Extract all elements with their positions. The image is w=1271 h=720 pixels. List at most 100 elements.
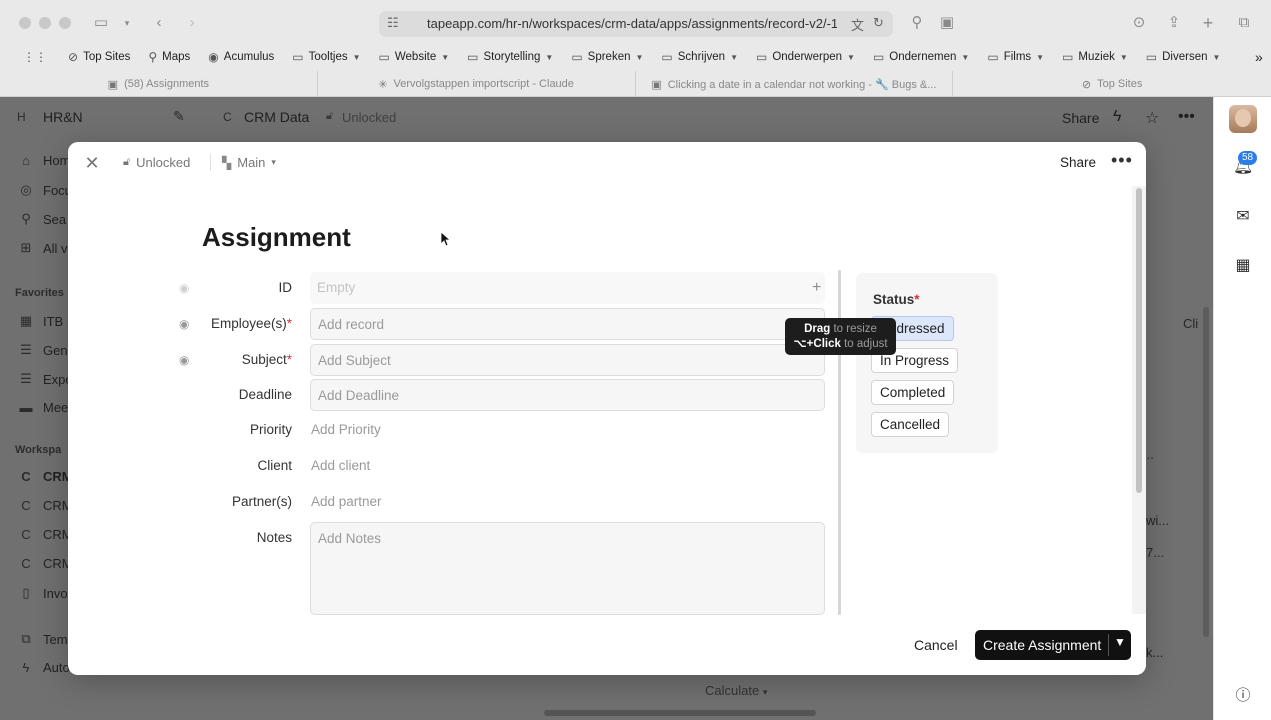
view-selector[interactable]: ▚ Main ▾ (222, 155, 276, 170)
sidebar-invoices[interactable]: ▯ Invo (18, 585, 67, 601)
sidebar-fav-0[interactable]: ▦ ITB E (18, 313, 76, 329)
reload-icon[interactable]: ↻ (873, 15, 884, 31)
close-icon[interactable]: ✕ (82, 153, 102, 173)
grid-icon: ⊞ (20, 240, 32, 255)
new-tab-icon[interactable]: + (1196, 12, 1220, 34)
zoom-window-button[interactable] (59, 17, 71, 29)
sidebar-ws-2[interactable]: C CRM (18, 527, 72, 542)
extension-icon[interactable]: ⚲ (905, 12, 929, 34)
modal-scrollbar-thumb[interactable] (1136, 188, 1142, 493)
sidebar-fav-2[interactable]: ☰ Expo (18, 371, 72, 387)
add-field-icon[interactable]: + (812, 279, 821, 297)
sidebar-item-focus[interactable]: ◎ Focu (18, 182, 72, 198)
tab-bugs[interactable]: ▣ Clicking a date in a calendar not worki… (636, 71, 954, 97)
chevron-down-icon[interactable]: ▾ (115, 12, 139, 34)
claude-icon: ✳ (378, 78, 388, 91)
sidebar-item-home[interactable]: ⌂ Hom (18, 153, 70, 168)
cancel-button[interactable]: Cancel (914, 637, 958, 653)
edit-icon[interactable]: ✎ (173, 108, 185, 125)
download-icon[interactable]: ⊙ (1127, 12, 1151, 34)
calculate-footer[interactable]: Calculate ▾ (705, 683, 767, 698)
vertical-scrollbar[interactable] (1203, 307, 1209, 637)
automation-icon[interactable]: ϟ (1113, 108, 1121, 126)
modal-share-button[interactable]: Share (1060, 155, 1096, 170)
more-bookmarks-icon[interactable]: » (1246, 49, 1271, 65)
bookmark-3[interactable]: ▭ Tooltjes ▼ (283, 50, 369, 64)
bookmark-1[interactable]: ⚲ Maps (139, 50, 199, 64)
sidebar-automations[interactable]: ϟ Auto (18, 660, 70, 675)
tab-claude[interactable]: ✳ Vervolgstappen importscript - Claude (318, 71, 636, 97)
folder-icon: ▭ (378, 50, 390, 64)
forward-icon[interactable]: › (180, 12, 204, 34)
bg-column-header: Cli (1183, 316, 1199, 331)
sidebar-toggle-icon[interactable]: ▭ (89, 12, 113, 34)
employees-field[interactable]: Add record (310, 308, 825, 340)
sidebar-ws-3[interactable]: C CRM (18, 556, 72, 571)
star-icon[interactable]: ☆ (1145, 108, 1159, 128)
bookmark-12[interactable]: ▭ Diversen ▼ (1137, 50, 1230, 64)
back-icon[interactable]: ‹ (147, 12, 171, 34)
bookmark-8[interactable]: ▭ Onderwerpen ▼ (747, 50, 864, 64)
apps-grid-icon[interactable]: ⋮⋮ (14, 50, 59, 64)
tab-overview-icon[interactable]: ⧉ (1232, 12, 1256, 34)
eye-icon[interactable]: ◉ (179, 317, 189, 331)
address-bar[interactable]: ☷ tapeapp.com/hr-n/workspaces/crm-data/a… (379, 11, 893, 37)
url-text[interactable]: tapeapp.com/hr-n/workspaces/crm-data/app… (427, 16, 837, 31)
sidebar-fav-1[interactable]: ☰ Gene (18, 342, 75, 358)
translate-icon[interactable]: 文 (851, 15, 864, 34)
bookmark-5[interactable]: ▭ Storytelling ▼ (458, 50, 562, 64)
sidebar-item-search[interactable]: ⚲ Sea (18, 211, 66, 227)
bookmark-7[interactable]: ▭ Schrijven ▼ (652, 50, 747, 64)
eye-icon[interactable]: ◉ (179, 353, 189, 367)
resize-tooltip: Drag to resize ⌥+Click to adjust (785, 318, 896, 355)
bookmark-2[interactable]: ◉ Acumulus (199, 50, 283, 64)
mail-icon[interactable]: ✉ (1233, 207, 1253, 227)
partners-field[interactable]: Add partner (310, 486, 825, 518)
sidebar-ws-0[interactable]: C CRM (18, 469, 72, 484)
minimize-window-button[interactable] (39, 17, 51, 29)
chevron-down-icon[interactable]: ▼ (1111, 635, 1129, 649)
close-window-button[interactable] (19, 17, 31, 29)
status-option-cancelled[interactable]: Cancelled (871, 412, 950, 437)
calendar-icon[interactable]: ▦ (1233, 256, 1253, 276)
more-icon[interactable]: ••• (1178, 108, 1195, 126)
workspace-name[interactable]: HR&N (43, 109, 83, 125)
lock-status[interactable]: Unlocked (342, 110, 396, 125)
horizontal-scrollbar[interactable] (544, 710, 816, 716)
status-option-completed[interactable]: Completed (871, 380, 955, 405)
deadline-field[interactable]: Add Deadline (310, 379, 825, 411)
sidebar-fav-3[interactable]: ▬ Meet (18, 400, 72, 415)
bookmark-6[interactable]: ▭ Spreken ▼ (562, 50, 652, 64)
field-label-employees: Employee(s)* (210, 316, 292, 331)
app-share-button[interactable]: Share (1062, 110, 1099, 126)
bookmark-10[interactable]: ▭ Films ▼ (978, 50, 1053, 64)
eye-icon[interactable]: ◉ (179, 281, 189, 295)
list-icon: ☰ (20, 371, 32, 386)
field-row-employees: ◉ Employee(s)* Add record (68, 308, 828, 340)
create-assignment-button[interactable]: Create Assignment ▼ (975, 630, 1131, 660)
share-icon[interactable]: ⇪ (1162, 12, 1186, 34)
id-field[interactable]: Empty (310, 272, 825, 304)
page-settings-icon[interactable]: ☷ (387, 15, 399, 31)
subject-field[interactable]: Add Subject (310, 344, 825, 376)
tab-assignments[interactable]: ▣ (58) Assignments (0, 71, 318, 97)
more-icon[interactable]: ••• (1111, 150, 1133, 171)
sidebar-ws-1[interactable]: C CRM (18, 498, 72, 513)
tape-extension-icon[interactable]: ▣ (935, 12, 959, 34)
notes-field[interactable]: Add Notes (310, 522, 825, 615)
field-label-subject: Subject* (241, 352, 292, 367)
tab-top-sites[interactable]: ⊘ Top Sites (953, 71, 1271, 97)
avatar[interactable] (1229, 105, 1257, 133)
bookmark-4[interactable]: ▭ Website ▼ (370, 50, 459, 64)
priority-field[interactable]: Add Priority (310, 414, 825, 446)
modal-lock-status[interactable]: 🔓︎ Unlocked (123, 155, 190, 170)
bookmark-11[interactable]: ▭ Muziek ▼ (1053, 50, 1137, 64)
sidebar-item-all[interactable]: ⊞ All v (18, 240, 68, 256)
client-field[interactable]: Add client (310, 450, 825, 482)
bookmark-0[interactable]: ⊘ Top Sites (59, 50, 139, 64)
crm-name[interactable]: CRM Data (244, 109, 309, 125)
modal-scrollbar[interactable] (1132, 186, 1146, 614)
help-icon[interactable]: ⓘ (1233, 686, 1253, 706)
sidebar-templates[interactable]: ⧉ Tem (18, 631, 67, 647)
bookmark-9[interactable]: ▭ Ondernemen ▼ (864, 50, 978, 64)
